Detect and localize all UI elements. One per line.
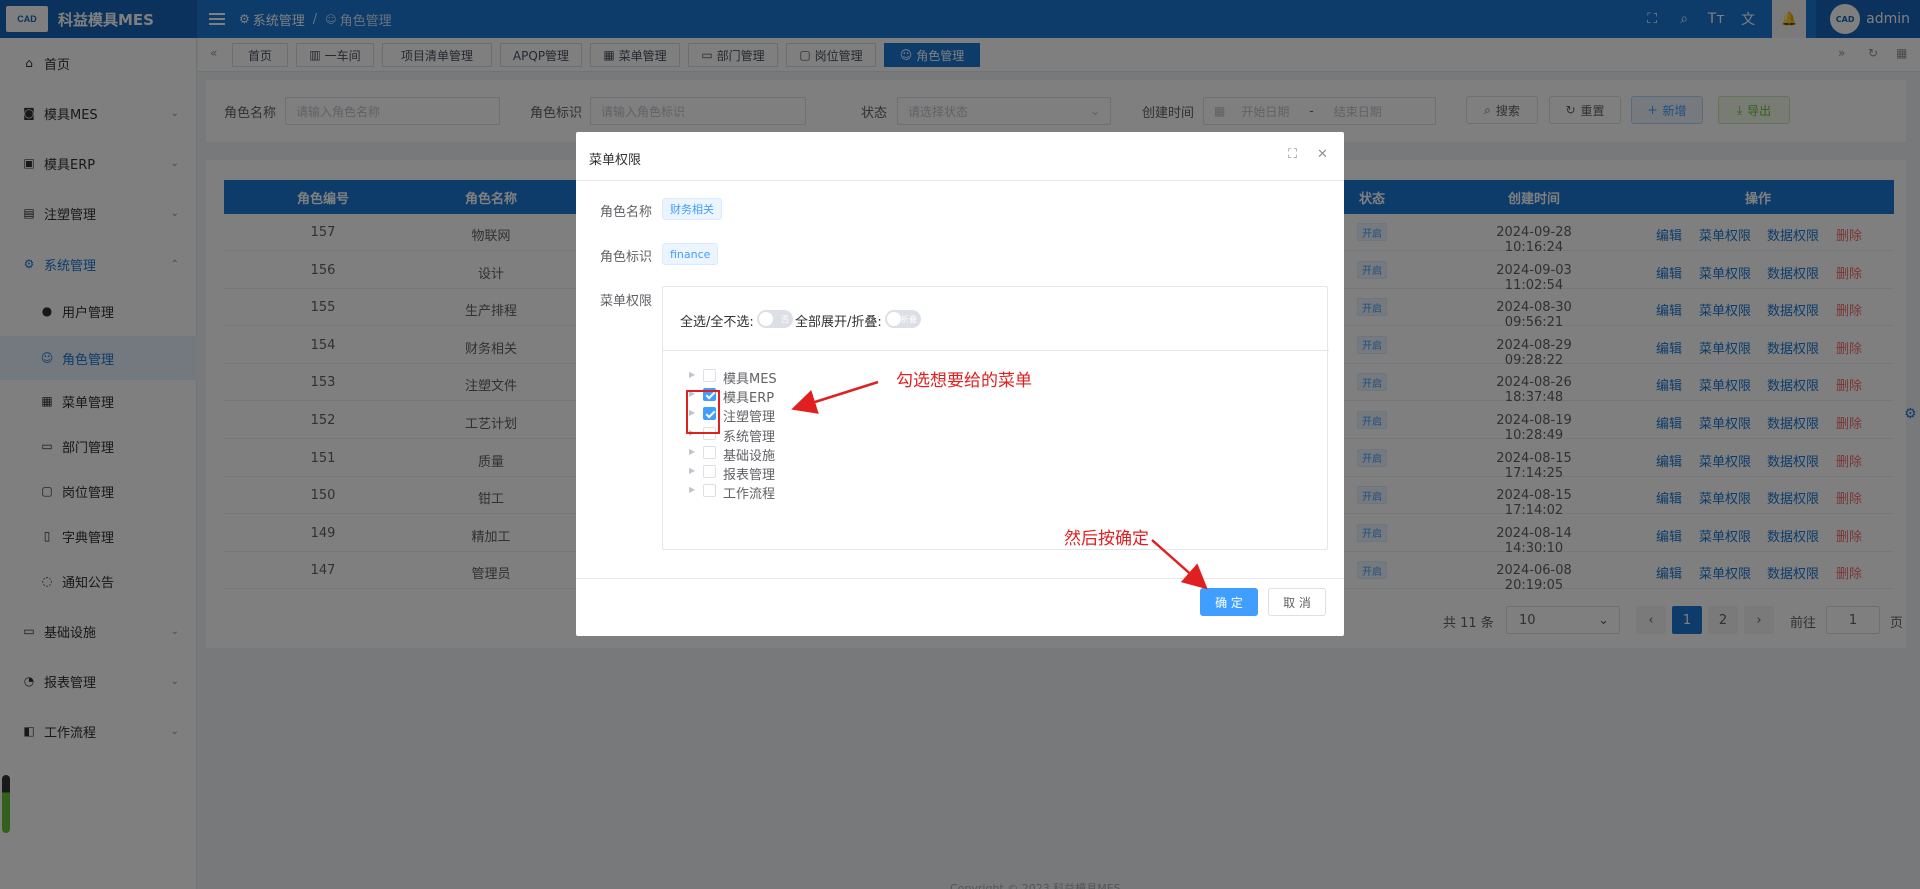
app-root: CAD 科益模具MES ⚙ 系统管理 / ☺ 角色管理 ⛶ ⌕ Tт 文 🔔 C… (0, 0, 1920, 889)
arrow-to-checkboxes (791, 380, 879, 414)
arrow-to-confirm (1151, 539, 1208, 590)
annotation-arrows (791, 380, 1208, 590)
